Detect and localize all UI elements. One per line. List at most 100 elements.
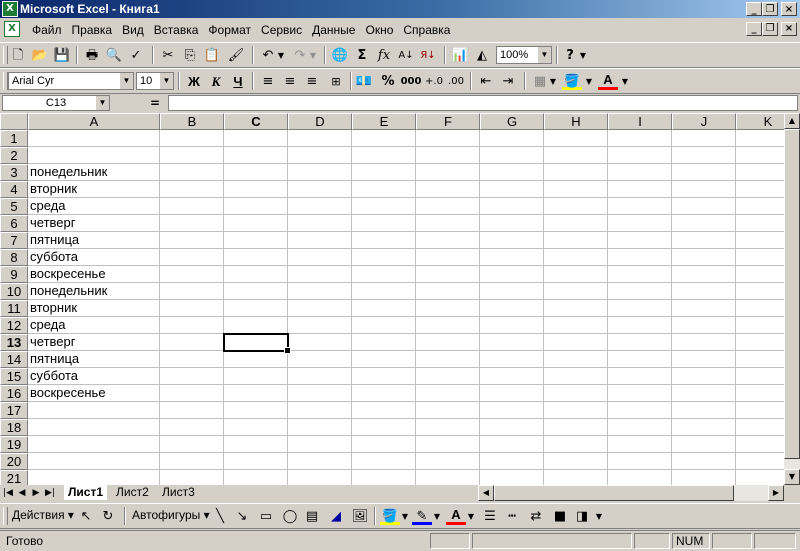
cell-j12[interactable] [672, 317, 736, 334]
name-box[interactable]: C13 ▼ [2, 95, 110, 111]
cell-k20[interactable] [736, 453, 784, 470]
cell-e17[interactable] [352, 402, 416, 419]
cell-k8[interactable] [736, 249, 784, 266]
cell-k17[interactable] [736, 402, 784, 419]
cell-g19[interactable] [480, 436, 544, 453]
cell-i7[interactable] [608, 232, 672, 249]
borders-icon[interactable]: ▦ [530, 72, 550, 91]
cell-c6[interactable] [224, 215, 288, 232]
merge-center-icon[interactable]: ⊞ [326, 72, 346, 91]
menu-edit[interactable]: Правка [68, 23, 119, 37]
borders-dropdown-icon[interactable]: ▼ [548, 72, 558, 91]
align-right-icon[interactable]: ≡ [302, 72, 322, 91]
column-header-g[interactable]: G [480, 113, 544, 130]
cell-f17[interactable] [416, 402, 480, 419]
cell-g16[interactable] [480, 385, 544, 402]
cell-j11[interactable] [672, 300, 736, 317]
cell-g7[interactable] [480, 232, 544, 249]
cell-f3[interactable] [416, 164, 480, 181]
cell-e16[interactable] [352, 385, 416, 402]
cell-i17[interactable] [608, 402, 672, 419]
cell-c1[interactable] [224, 130, 288, 147]
minimize-button[interactable]: _ [746, 2, 762, 16]
drawing-toggle-icon[interactable]: ◭ [472, 46, 492, 65]
cell-a15[interactable]: суббота [28, 368, 160, 385]
cell-b7[interactable] [160, 232, 224, 249]
redo-icon[interactable]: ↷ [290, 46, 310, 65]
clip-art-icon[interactable]: 🖼 [350, 507, 370, 526]
cell-i10[interactable] [608, 283, 672, 300]
menu-help[interactable]: Справка [399, 23, 456, 37]
percent-button[interactable]: % [378, 72, 398, 91]
sheet-tab-3[interactable]: Лист3 [158, 485, 199, 500]
cell-b17[interactable] [160, 402, 224, 419]
cell-d1[interactable] [288, 130, 352, 147]
arrow-icon[interactable]: ↘ [232, 507, 252, 526]
cell-f20[interactable] [416, 453, 480, 470]
cell-f9[interactable] [416, 266, 480, 283]
underline-button[interactable]: Ч [228, 72, 248, 91]
cell-h17[interactable] [544, 402, 608, 419]
cell-d15[interactable] [288, 368, 352, 385]
text-box-icon[interactable]: ▤ [302, 507, 322, 526]
cell-e2[interactable] [352, 147, 416, 164]
select-pointer-icon[interactable]: ↖ [76, 507, 96, 526]
cell-g12[interactable] [480, 317, 544, 334]
dash-style-icon[interactable]: ┅ [502, 507, 522, 526]
cell-k12[interactable] [736, 317, 784, 334]
cell-f8[interactable] [416, 249, 480, 266]
cell-d18[interactable] [288, 419, 352, 436]
cell-k21[interactable] [736, 470, 784, 485]
cell-k16[interactable] [736, 385, 784, 402]
cell-i2[interactable] [608, 147, 672, 164]
cell-c4[interactable] [224, 181, 288, 198]
cell-b3[interactable] [160, 164, 224, 181]
cell-j6[interactable] [672, 215, 736, 232]
cell-e1[interactable] [352, 130, 416, 147]
scroll-up-icon[interactable]: ▲ [784, 113, 800, 129]
actions-menu[interactable]: Действия ▾ [12, 508, 74, 522]
cell-f4[interactable] [416, 181, 480, 198]
cell-f2[interactable] [416, 147, 480, 164]
cell-i21[interactable] [608, 470, 672, 485]
cell-a5[interactable]: среда [28, 198, 160, 215]
paste-icon[interactable]: 📋 [202, 46, 222, 65]
cell-a3[interactable]: понедельник [28, 164, 160, 181]
row-header-2[interactable]: 2 [0, 147, 28, 164]
next-sheet-icon[interactable]: ▶ [30, 486, 42, 500]
cell-b13[interactable] [160, 334, 224, 351]
cell-c10[interactable] [224, 283, 288, 300]
cell-i6[interactable] [608, 215, 672, 232]
cell-c14[interactable] [224, 351, 288, 368]
cell-g18[interactable] [480, 419, 544, 436]
cell-b12[interactable] [160, 317, 224, 334]
bold-button[interactable]: Ж [184, 72, 204, 91]
cell-c9[interactable] [224, 266, 288, 283]
cell-k11[interactable] [736, 300, 784, 317]
cell-a10[interactable]: понедельник [28, 283, 160, 300]
cell-f5[interactable] [416, 198, 480, 215]
cell-d8[interactable] [288, 249, 352, 266]
cell-k10[interactable] [736, 283, 784, 300]
cell-g17[interactable] [480, 402, 544, 419]
cell-c2[interactable] [224, 147, 288, 164]
fill-color-dropdown-icon[interactable]: ▼ [584, 72, 594, 91]
cell-h20[interactable] [544, 453, 608, 470]
row-header-1[interactable]: 1 [0, 130, 28, 147]
prev-sheet-icon[interactable]: ◀ [16, 486, 28, 500]
cell-h7[interactable] [544, 232, 608, 249]
cell-c13[interactable] [224, 334, 288, 351]
cell-b10[interactable] [160, 283, 224, 300]
cell-e9[interactable] [352, 266, 416, 283]
row-header-3[interactable]: 3 [0, 164, 28, 181]
scroll-right-icon[interactable]: ▶ [768, 485, 784, 501]
cell-k3[interactable] [736, 164, 784, 181]
menu-view[interactable]: Вид [118, 23, 150, 37]
font-color-dropdown-icon[interactable]: ▼ [466, 507, 476, 526]
workbook-icon[interactable]: X [4, 21, 20, 37]
cell-k2[interactable] [736, 147, 784, 164]
cell-e15[interactable] [352, 368, 416, 385]
cell-a19[interactable] [28, 436, 160, 453]
cell-g5[interactable] [480, 198, 544, 215]
cell-c12[interactable] [224, 317, 288, 334]
